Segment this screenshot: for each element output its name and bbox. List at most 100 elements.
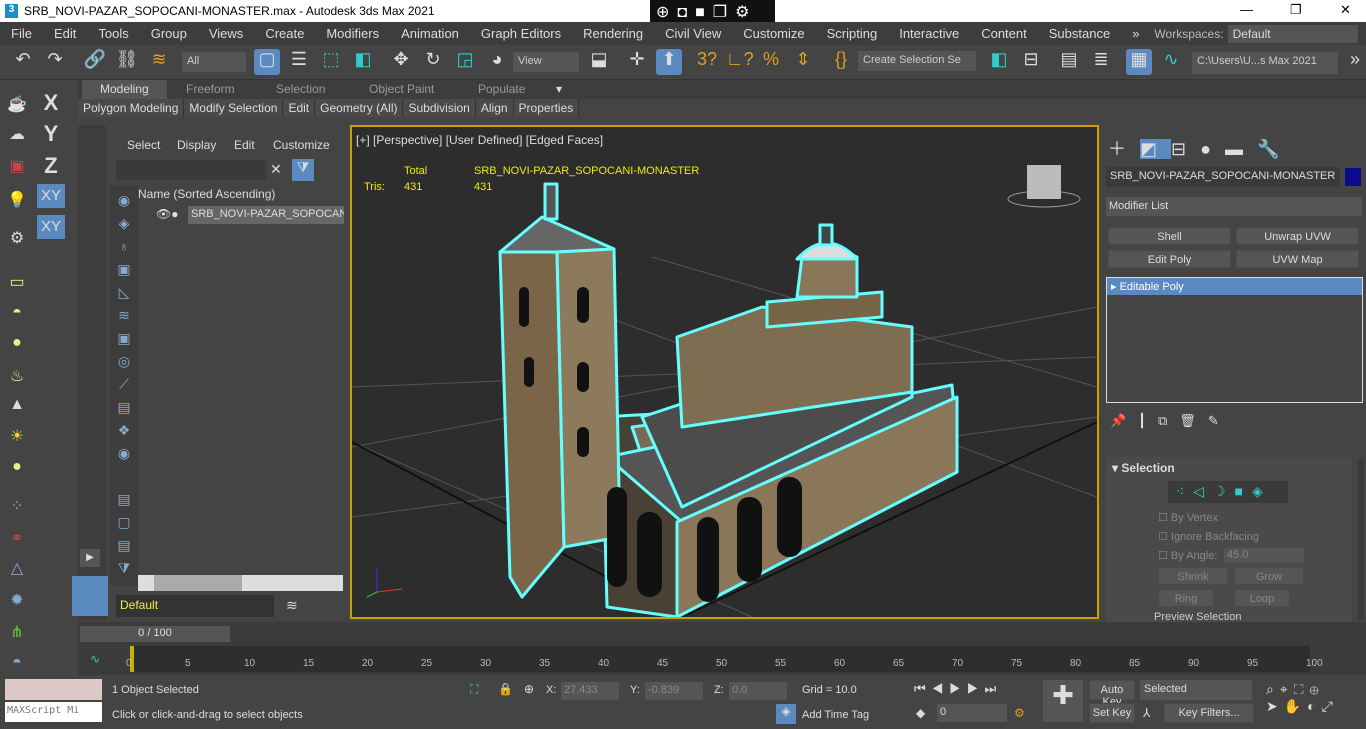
panel-edit[interactable]: Edit [283,99,316,117]
menu-interactive[interactable]: Interactive [888,26,970,41]
snaps-toggle-icon[interactable]: 3? [694,49,720,75]
menu-overflow-icon[interactable]: » [1121,26,1150,41]
toggle-ribbon-icon[interactable]: ▦ [1126,49,1152,75]
stack-item-editable-poly[interactable]: ▸ Editable Poly [1107,278,1362,295]
curve-editor-mini-icon[interactable]: ∿ [90,652,100,666]
menu-views[interactable]: Views [198,26,254,41]
panel-subdivision[interactable]: Subdivision [403,99,476,117]
unlink-icon[interactable]: ⛓ [114,49,140,75]
bind-spacewarp-icon[interactable]: ≋ [146,49,172,75]
filter-icon[interactable]: ⧩ [292,159,314,181]
tab-selection[interactable]: Selection [276,82,325,96]
keyboard-shortcut-override-icon[interactable]: ⬆ [656,49,682,75]
light-icon[interactable]: 💡 [4,190,30,210]
link-icon[interactable]: 🔗 [82,49,108,75]
subobject-level-icons[interactable]: ⁖◁☽■◈ [1168,481,1288,503]
curve-editor-icon[interactable]: ∿ [1158,49,1184,75]
object-color-swatch[interactable] [1345,168,1361,186]
visibility-eye-icon[interactable]: 👁● [156,207,178,221]
loop-button[interactable]: Loop [1234,589,1290,607]
clear-search-icon[interactable]: ✕ [270,161,282,178]
menu-file[interactable]: File [0,26,43,41]
grass-icon[interactable]: ⋔ [4,622,30,642]
perspective-viewport[interactable]: [+] [Perspective] [User Defined] [Edged … [350,125,1099,619]
z-coordinate-field[interactable]: 0.0 [729,682,787,700]
key-mode-icon[interactable]: ◆ [916,706,925,720]
molecule-icon[interactable]: ⚭ [4,528,30,548]
maximize-button[interactable]: ❐ [1290,2,1302,18]
constraint-z[interactable]: Z [38,153,64,179]
menu-content[interactable]: Content [970,26,1038,41]
particles-icon[interactable]: ⁘ [4,496,30,516]
set-key-button[interactable]: Set Key [1089,703,1135,723]
panel-polygon-modeling[interactable]: Polygon Modeling [78,99,185,117]
menu-scripting[interactable]: Scripting [816,26,889,41]
time-slider[interactable]: 0 / 100 [80,626,230,642]
disc-icon[interactable]: ● [4,458,30,476]
set-keys-icon[interactable]: ✚ [1043,680,1083,722]
edit-poly-button[interactable]: Edit Poly [1108,250,1231,268]
ignore-backfacing-checkbox[interactable]: ☐ Ignore Backfacing [1158,530,1259,543]
key-filters-button[interactable]: Key Filters... [1164,703,1254,723]
pivot-center-icon[interactable]: ⬓ [586,49,612,75]
constraint-xy[interactable]: XY [37,184,65,208]
object-name-field[interactable]: SRB_NOVI-PAZAR_SOPOCANI-MONASTER [1106,167,1340,187]
menu-substance[interactable]: Substance [1038,26,1121,41]
redo-icon[interactable]: ↷ [42,49,68,75]
menu-graph-editors[interactable]: Graph Editors [470,26,572,41]
by-angle-checkbox[interactable]: ☐ By Angle: [1158,549,1217,562]
pyramid-icon[interactable]: △ [4,558,30,578]
tab-modeling[interactable]: Modeling [82,80,167,99]
unwrap-uvw-button[interactable]: Unwrap UVW [1236,227,1359,245]
time-configuration-icon[interactable]: ⚙ [1014,706,1025,720]
panel-modify-selection[interactable]: Modify Selection [184,99,284,117]
teapot-basket-icon[interactable]: ♨ [4,366,30,386]
name-column-header[interactable]: Name (Sorted Ascending) [138,187,275,201]
shrink-button[interactable]: Shrink [1158,567,1228,585]
menu-edit[interactable]: Edit [43,26,87,41]
absolute-mode-icon[interactable]: ⊕ [524,682,534,696]
reference-coordinate-dropdown[interactable]: View [513,52,579,72]
command-panel-tabs[interactable]: ＋◩⊟●▬🔧 [1108,135,1293,161]
ring-button[interactable]: Ring [1158,589,1214,607]
teapot-icon[interactable]: ☕ [4,94,30,114]
selection-lock-icon[interactable]: 🔒 [498,682,513,696]
angle-snap-icon[interactable]: ∟? [726,49,754,75]
toolbar-overflow-icon[interactable]: » [1342,49,1366,75]
key-mode-dropdown[interactable]: Selected [1140,680,1252,700]
maxscript-listener-output[interactable] [5,679,102,700]
panel-properties[interactable]: Properties [513,99,580,117]
spinner-snap-icon[interactable]: ⇕ [790,49,816,75]
command-panel-scrollbar[interactable] [1358,459,1364,619]
scene-menu-customize[interactable]: Customize [273,138,330,152]
hemisphere-icon[interactable]: ◓ [4,304,30,322]
playback-controls[interactable]: ⏮◀▶▶⏭ [914,681,1002,697]
select-object-icon[interactable]: ▢ [254,49,280,75]
constraint-x[interactable]: X [38,90,64,116]
select-manipulate-icon[interactable]: ✛ [624,49,650,75]
select-by-name-icon[interactable]: ☰ [286,49,312,75]
filter-type-icons[interactable]: ◉ ◈ ♁ ▣ ◺ ≋ ▣ ◎ ⟋ ▤ ❖ ◉ ▤ ▢ ▤ ⧩ [110,185,138,580]
rollout-title[interactable]: ▾ Selection [1112,461,1175,475]
scene-menu-edit[interactable]: Edit [234,138,255,152]
shell-button[interactable]: Shell [1108,227,1231,245]
uvw-map-button[interactable]: UVW Map [1236,250,1359,268]
maxscript-mini-input[interactable]: MAXScript Mi [5,702,102,722]
default-in-out-tangents-icon[interactable]: ⅄ [1143,706,1150,720]
mirror-icon[interactable]: ◧ [986,49,1012,75]
modify-tab-icon[interactable]: ◩ [1140,139,1172,159]
cone-icon[interactable]: ▲ [4,396,30,414]
constraint-y[interactable]: Y [38,121,64,147]
sun-icon[interactable]: ☀ [4,426,30,446]
window-crossing-icon[interactable]: ◧ [350,49,376,75]
panel-align[interactable]: Align [475,99,514,117]
align-icon[interactable]: ⊟ [1018,49,1044,75]
current-frame-spinner[interactable]: 0 [937,704,1007,722]
auto-key-button[interactable]: Auto Key [1089,680,1135,708]
viewport-navigation-icons[interactable]: ⌕⌖⛶⊕ ➤✋◐⤢ [1266,681,1339,715]
rotate-icon[interactable]: ↻ [420,49,446,75]
modifier-list-dropdown[interactable]: Modifier List [1106,197,1362,216]
tab-object-paint[interactable]: Object Paint [369,82,434,96]
isolate-selection-icon[interactable]: ⛶ [470,682,478,697]
tab-populate[interactable]: Populate [478,82,525,96]
